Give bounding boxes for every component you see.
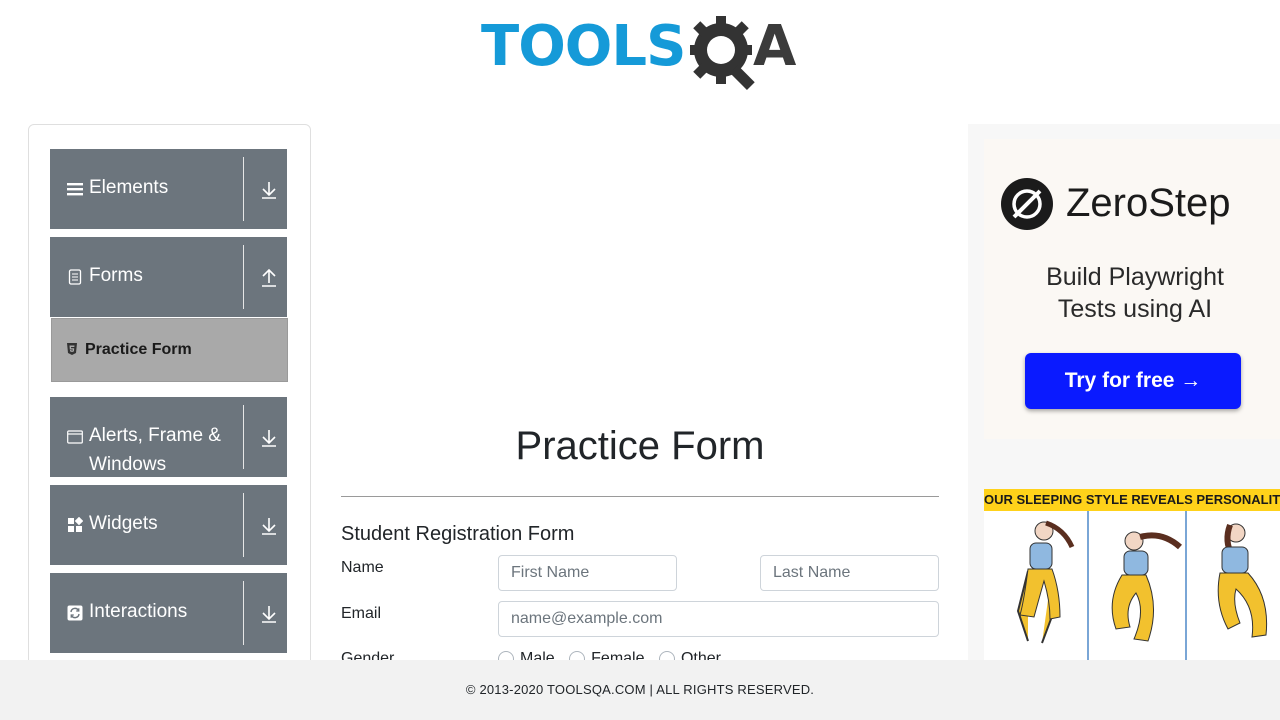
- download-arrow-icon: [262, 430, 276, 447]
- sleeping-illustration-image: [984, 511, 1280, 660]
- sidebar-group-label: Interactions: [89, 601, 188, 622]
- logo-text: TOOLS: [481, 14, 686, 79]
- refresh-icon: [67, 605, 83, 621]
- upload-arrow-icon: [262, 268, 276, 287]
- widgets-icon: [68, 517, 83, 532]
- zerostep-logo-icon: [1001, 178, 1053, 230]
- divider: [243, 581, 244, 645]
- sidebar-group-label-line2: Windows: [89, 454, 167, 475]
- email-label: Email: [341, 605, 382, 622]
- ad-banner-text: OUR SLEEPING STYLE REVEALS PERSONALITY: [984, 489, 1280, 511]
- download-arrow-icon: [262, 182, 276, 199]
- divider: [243, 493, 244, 557]
- ad-tagline: Build Playwright Tests using AI: [994, 261, 1276, 325]
- sleeping-style-ad[interactable]: OUR SLEEPING STYLE REVEALS PERSONALITY: [984, 489, 1280, 660]
- name-label: Name: [341, 559, 384, 576]
- download-arrow-icon: [262, 518, 276, 535]
- list-icon: [67, 183, 83, 196]
- footer-copyright: © 2013-2020 TOOLSQA.COM | ALL RIGHTS RES…: [465, 682, 815, 697]
- html5-icon: [67, 343, 77, 355]
- email-input[interactable]: [498, 601, 939, 637]
- ad-tagline-line1: Build Playwright: [1046, 263, 1224, 291]
- sidebar-group-elements[interactable]: Elements: [50, 149, 287, 229]
- site-header: TOOLS A: [0, 0, 1280, 100]
- title-divider: [341, 496, 939, 497]
- zerostep-brand: ZeroStep: [1000, 177, 1280, 233]
- sidebar-group-alerts-frame-windows[interactable]: Alerts, Frame & Windows: [50, 397, 287, 477]
- logo-text-a: A: [753, 14, 797, 79]
- sidebar-group-label: Forms: [89, 265, 143, 286]
- last-name-input[interactable]: [760, 555, 939, 591]
- page-title: Practice Form: [515, 424, 765, 468]
- footer: © 2013-2020 TOOLSQA.COM | ALL RIGHTS RES…: [0, 660, 1280, 720]
- sidebar-item-label: Practice Form: [85, 341, 192, 358]
- download-arrow-icon: [262, 606, 276, 623]
- sidebar-group-interactions[interactable]: Interactions: [50, 573, 287, 653]
- ad-tagline-line2: Tests using AI: [1057, 295, 1213, 323]
- zerostep-ad[interactable]: ZeroStep Build Playwright Tests using AI…: [984, 139, 1280, 439]
- window-icon: [67, 430, 83, 444]
- form-heading: Student Registration Form: [341, 523, 575, 545]
- sidebar: Elements Forms Practice Form Alerts, Fra…: [28, 124, 311, 686]
- try-for-free-button[interactable]: Try for free →: [1025, 353, 1241, 409]
- toolsqa-logo[interactable]: TOOLS A: [481, 14, 805, 92]
- sidebar-item-practice-form[interactable]: Practice Form: [51, 318, 288, 382]
- sidebar-group-widgets[interactable]: Widgets: [50, 485, 287, 565]
- sidebar-group-label: Elements: [89, 177, 169, 198]
- sidebar-group-forms[interactable]: Forms: [50, 237, 287, 317]
- sidebar-group-label: Widgets: [89, 513, 158, 534]
- advertisement-panel: ZeroStep Build Playwright Tests using AI…: [968, 124, 1280, 660]
- sidebar-group-label: Alerts, Frame &: [89, 425, 221, 446]
- first-name-input[interactable]: [498, 555, 677, 591]
- divider: [243, 405, 244, 469]
- divider: [243, 245, 244, 309]
- document-icon: [68, 269, 82, 285]
- zerostep-brand-name: ZeroStep: [1066, 181, 1231, 225]
- divider: [243, 157, 244, 221]
